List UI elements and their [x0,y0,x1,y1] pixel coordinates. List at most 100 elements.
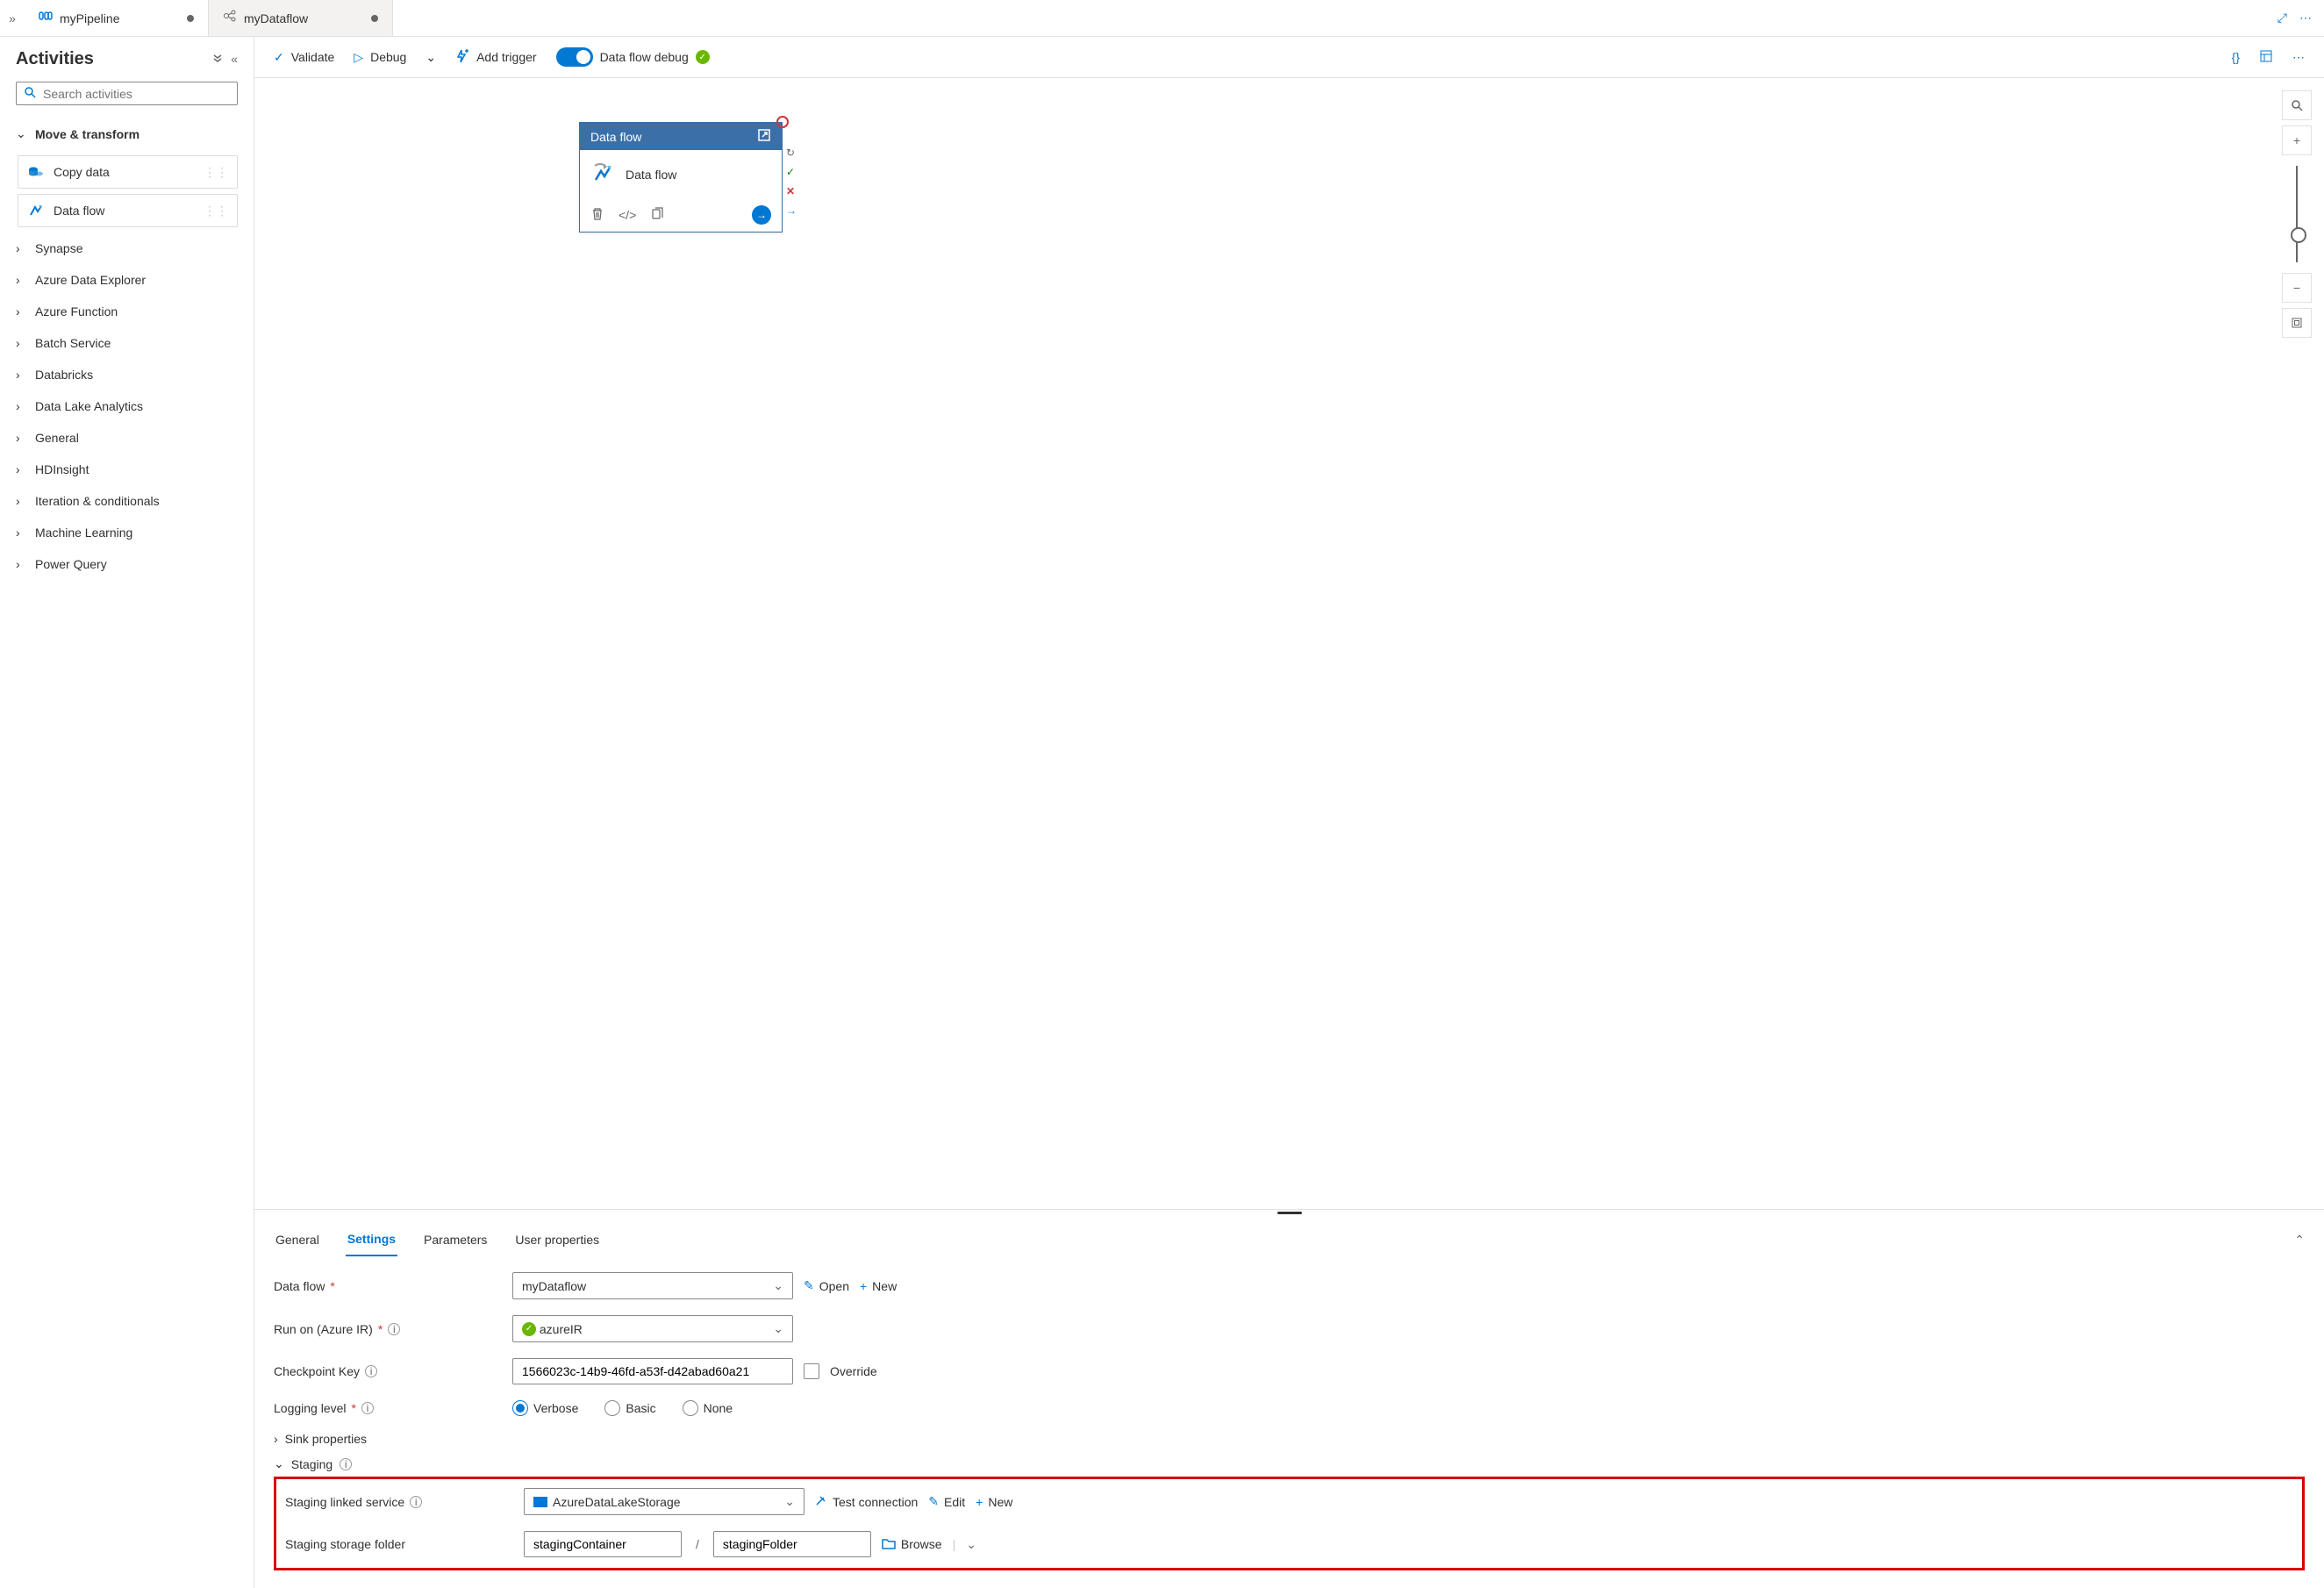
logging-none[interactable]: None [683,1400,733,1416]
validate-button[interactable]: ✓ Validate [274,50,334,65]
checkpoint-input[interactable] [512,1358,793,1384]
activity-label: Copy data [54,165,110,179]
forward-icon[interactable]: → [786,204,797,217]
logging-basic[interactable]: Basic [604,1400,655,1416]
dataflow-node[interactable]: Data flow Data flow </> [579,122,783,232]
info-icon[interactable]: i [365,1365,377,1377]
node-side-actions: ↻ ✓ ✕ → [786,147,797,217]
browse-link[interactable]: Browse [882,1537,942,1552]
sink-properties-section[interactable]: › Sink properties [274,1432,2305,1446]
staging-container-input[interactable] [524,1531,682,1557]
debug-dropdown[interactable]: ⌄ [425,50,436,65]
info-icon[interactable]: i [410,1496,422,1508]
override-checkbox[interactable] [804,1363,819,1379]
chevron-right-icon: › [16,462,26,476]
category-item[interactable]: ›General [16,422,238,454]
tab-pipeline[interactable]: myPipeline [25,0,209,36]
success-icon[interactable]: ✓ [786,166,797,178]
category-move-transform[interactable]: ⌄ Move & transform [16,118,238,150]
grip-icon: ⋮⋮ [204,165,228,180]
zoom-slider[interactable] [2296,166,2298,262]
category-item[interactable]: ›Power Query [16,548,238,580]
dirty-indicator [187,15,194,22]
node-status-icon [776,116,789,128]
expand-left-icon[interactable]: » [0,0,25,36]
category-item[interactable]: ›Databricks [16,359,238,390]
fail-icon[interactable]: ✕ [786,185,797,197]
properties-icon[interactable] [2259,49,2273,66]
path-separator: / [692,1537,703,1551]
radio-icon [604,1400,620,1416]
dataflow-debug-toggle[interactable]: Data flow debug ✓ [556,47,710,67]
logging-verbose[interactable]: Verbose [512,1400,578,1416]
category-item[interactable]: ›Batch Service [16,327,238,359]
category-item[interactable]: ›Iteration & conditionals [16,485,238,517]
json-icon[interactable]: {} [2232,50,2240,64]
collapse-left-icon[interactable]: « [231,52,238,67]
staging-highlight: Staging linked service i AzureDataLakeSto… [274,1477,2305,1570]
tab-parameters[interactable]: Parameters [422,1224,489,1255]
category-item[interactable]: ›Synapse [16,232,238,264]
category-item[interactable]: ›HDInsight [16,454,238,485]
code-icon[interactable]: </> [619,208,636,222]
chevron-right-icon: › [16,336,26,350]
run-on-select[interactable]: ✓ azureIR⌄ [512,1315,793,1342]
toggle-switch [556,47,593,67]
tab-settings[interactable]: Settings [346,1223,397,1256]
collapse-panel-icon[interactable]: ⌃ [2294,1233,2305,1248]
fit-screen-icon[interactable] [2282,308,2312,338]
new-link[interactable]: +New [976,1495,1012,1509]
copy-icon[interactable] [650,207,664,224]
external-link-icon[interactable] [757,128,771,145]
redo-icon[interactable]: ↻ [786,147,797,159]
delete-icon[interactable] [590,207,604,224]
debug-button[interactable]: ▷ Debug [354,50,406,65]
add-trigger-button[interactable]: Add trigger [455,49,536,66]
category-item[interactable]: ›Machine Learning [16,517,238,548]
radio-icon [683,1400,698,1416]
staging-linked-select[interactable]: AzureDataLakeStorage⌄ [524,1488,804,1515]
dataflow-node-icon [590,161,615,188]
tab-general[interactable]: General [274,1224,321,1255]
panel-resize-handle[interactable] [254,1209,2324,1216]
browse-dropdown[interactable]: ⌄ [966,1537,976,1552]
zoom-in-icon[interactable]: + [2282,125,2312,155]
more-icon[interactable]: ⋯ [2292,50,2305,65]
test-connection-link[interactable]: Test connection [815,1494,918,1509]
chevrons-icon[interactable] [211,52,224,67]
category-item[interactable]: ›Data Lake Analytics [16,390,238,422]
chevron-right-icon: › [16,557,26,571]
more-icon[interactable]: ⋯ [2299,11,2312,25]
dataflow-select[interactable]: myDataflow⌄ [512,1272,793,1299]
maximize-icon[interactable]: ⤢ [2278,11,2287,25]
staging-folder-input[interactable] [713,1531,871,1557]
check-icon: ✓ [274,50,284,65]
activity-copy-data[interactable]: Copy data ⋮⋮ [18,155,238,189]
search-canvas-icon[interactable] [2282,90,2312,120]
info-icon[interactable]: i [388,1323,400,1335]
info-icon[interactable]: i [340,1458,352,1470]
pipeline-canvas[interactable]: Data flow Data flow </> [254,78,2324,1209]
open-link[interactable]: ✎Open [804,1278,849,1293]
staging-linked-label: Staging linked service [285,1495,404,1509]
arrow-right-icon[interactable]: → [752,205,771,225]
search-input[interactable] [43,87,230,101]
category-item[interactable]: ›Azure Data Explorer [16,264,238,296]
info-icon[interactable]: i [361,1402,374,1414]
activity-data-flow[interactable]: Data flow ⋮⋮ [18,194,238,227]
edit-link[interactable]: ✎Edit [928,1494,965,1509]
chevron-right-icon: › [274,1432,278,1446]
category-item[interactable]: ›Azure Function [16,296,238,327]
staging-section[interactable]: ⌄ Staging i [274,1456,2305,1471]
tab-dataflow[interactable]: myDataflow [209,0,393,36]
new-link[interactable]: +New [860,1279,897,1293]
grip-icon: ⋮⋮ [204,204,228,218]
folder-icon [882,1537,896,1552]
zoom-out-icon[interactable]: − [2282,273,2312,303]
tab-user-properties[interactable]: User properties [513,1224,601,1255]
tab-label: myPipeline [60,11,119,25]
dataflow-activity-icon [27,202,45,219]
tab-label: myDataflow [244,11,308,25]
chevron-right-icon: › [16,399,26,413]
search-activities[interactable] [16,82,238,105]
